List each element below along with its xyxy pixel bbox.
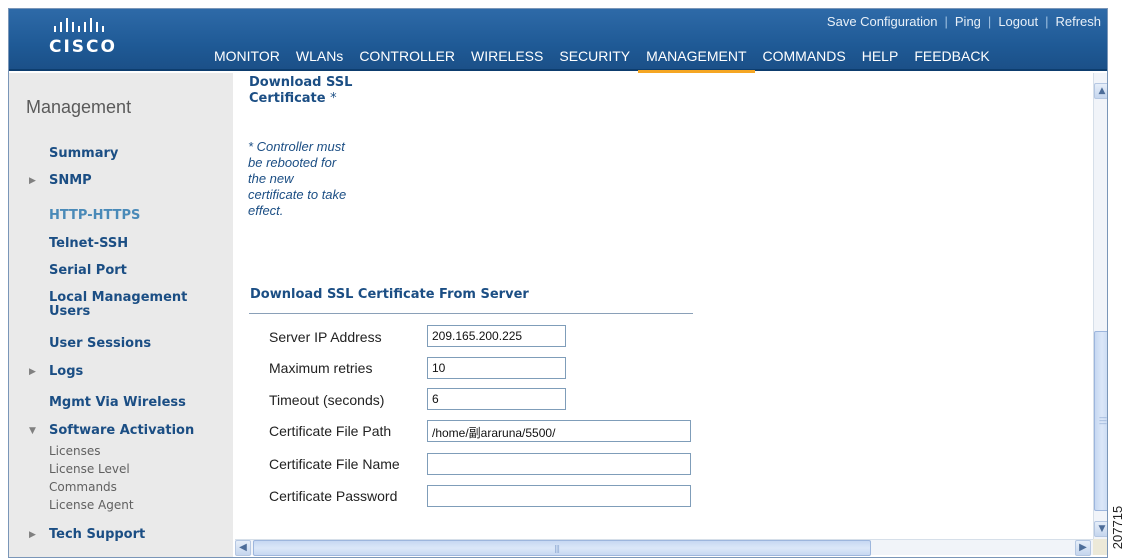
sidebar-item-tech-support[interactable]: Tech Support (49, 528, 145, 542)
timeout-input[interactable]: 6 (427, 388, 566, 410)
server-ip-label: Server IP Address (269, 329, 382, 345)
sidebar-subitem-licenses[interactable]: Licenses (49, 444, 101, 458)
sidebar-item-mgmt-via-wireless[interactable]: Mgmt Via Wireless (49, 396, 186, 410)
scroll-right-icon[interactable]: ▶ (1075, 540, 1091, 556)
header-bar: CISCO Save Configuration | Ping | Logout | Ref… (9, 9, 1107, 73)
refresh-link[interactable]: Refresh (1055, 14, 1101, 29)
sidebar-item-logs[interactable]: Logs (49, 365, 83, 379)
server-ip-input[interactable]: 209.165.200.225 (427, 325, 566, 347)
tab-feedback[interactable]: FEEDBACK (906, 48, 997, 71)
tab-wireless[interactable]: WIRELESS (463, 48, 551, 71)
scroll-up-icon[interactable]: ▲ (1094, 83, 1107, 99)
tab-monitor[interactable]: MONITOR (206, 48, 288, 71)
tab-commands[interactable]: COMMANDS (755, 48, 854, 71)
reboot-note: * Controller must be rebooted for the ne… (248, 139, 347, 218)
save-configuration-link[interactable]: Save Configuration (827, 14, 938, 29)
sidebar-item-snmp[interactable]: SNMP (49, 174, 92, 188)
download-ssl-title: Download SSL Certificate * (249, 75, 359, 107)
certificate-password-label: Certificate Password (269, 488, 398, 504)
sidebar-item-summary[interactable]: Summary (49, 147, 118, 161)
sidebar-subitem-commands[interactable]: Commands (49, 480, 117, 494)
cisco-logo-text: CISCO (49, 37, 117, 57)
app-window: CISCO Save Configuration | Ping | Logout | Ref… (8, 8, 1108, 558)
scroll-down-icon[interactable]: ▼ (1094, 521, 1107, 537)
section-title: Download SSL Certificate From Server (250, 287, 529, 302)
cisco-logo-icon (54, 18, 104, 32)
main-content: Download SSL Certificate * * Controller … (235, 73, 1093, 539)
section-divider (249, 313, 693, 314)
tab-help[interactable]: HELP (854, 48, 907, 71)
tab-security[interactable]: SECURITY (551, 48, 638, 71)
scrollbar-corner (1093, 539, 1107, 555)
tab-management[interactable]: MANAGEMENT (638, 48, 755, 73)
tab-wlans[interactable]: WLANs (288, 48, 351, 71)
figure-id-label: 207715 (1110, 500, 1138, 560)
sidebar: Management Summary ▶ SNMP HTTP-HTTPS Tel… (9, 73, 233, 557)
sidebar-item-serial-port[interactable]: Serial Port (49, 264, 127, 278)
vertical-scrollbar[interactable]: ▲ — — — ▼ (1093, 73, 1107, 539)
sidebar-item-local-management-users[interactable]: Local Management Users (49, 291, 219, 319)
sidebar-item-http-https[interactable]: HTTP-HTTPS (49, 209, 140, 223)
max-retries-input[interactable]: 10 (427, 357, 566, 379)
sidebar-item-user-sessions[interactable]: User Sessions (49, 337, 151, 351)
file-name-label: Certificate File Name (269, 456, 400, 472)
grip-icon: — — — (1099, 413, 1107, 428)
vertical-scroll-thumb[interactable]: — — — (1094, 331, 1107, 511)
grip-icon: ||| (554, 544, 560, 553)
ping-link[interactable]: Ping (955, 14, 981, 29)
timeout-label: Timeout (seconds) (269, 392, 385, 408)
figure-id-text: 207715 (1110, 505, 1126, 550)
sidebar-subitem-license-level[interactable]: License Level (49, 462, 130, 476)
main-nav: MONITOR WLANs CONTROLLER WIRELESS SECURI… (206, 48, 998, 73)
file-path-input[interactable]: /home/副araruna/5500/ (427, 420, 691, 442)
expand-arrow-icon[interactable]: ▶ (29, 367, 36, 377)
certificate-password-input[interactable] (427, 485, 691, 507)
utility-links: Save Configuration | Ping | Logout | Refresh (826, 14, 1101, 29)
expand-arrow-icon[interactable]: ▶ (29, 176, 36, 186)
expand-arrow-icon[interactable]: ▶ (29, 530, 36, 540)
required-asterisk: * (330, 91, 337, 106)
sidebar-item-telnet-ssh[interactable]: Telnet-SSH (49, 237, 128, 251)
tab-controller[interactable]: CONTROLLER (351, 48, 463, 71)
sidebar-subitem-license-agent[interactable]: License Agent (49, 498, 134, 512)
max-retries-label: Maximum retries (269, 360, 373, 376)
horizontal-scroll-thumb[interactable]: ||| (253, 540, 871, 556)
sidebar-title: Management (26, 97, 132, 117)
file-name-input[interactable] (427, 453, 691, 475)
logout-link[interactable]: Logout (998, 14, 1038, 29)
horizontal-scrollbar[interactable]: ◀ ||| ▶ (235, 539, 1093, 556)
sidebar-item-software-activation[interactable]: Software Activation (49, 424, 194, 438)
collapse-arrow-icon[interactable]: ▼ (29, 426, 36, 436)
file-path-label: Certificate File Path (269, 423, 392, 439)
scroll-left-icon[interactable]: ◀ (235, 540, 251, 556)
